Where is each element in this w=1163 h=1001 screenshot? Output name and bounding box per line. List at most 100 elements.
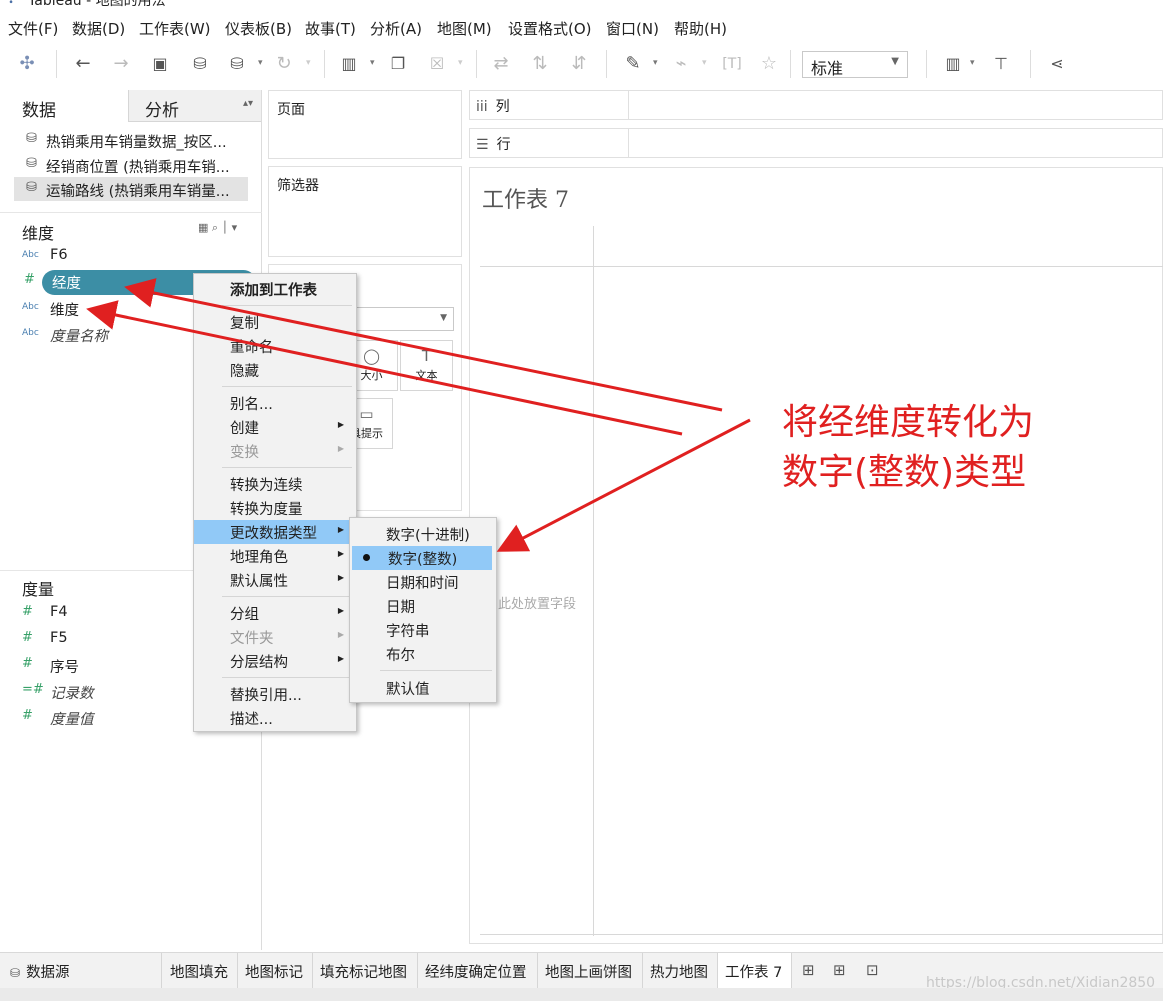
menu-item-hide[interactable]: 隐藏 <box>194 358 356 382</box>
menu-item-hierarchy[interactable]: 分层结构 ▶ <box>194 649 356 673</box>
menu-item-describe[interactable]: 描述... <box>194 706 356 730</box>
tab-sheet[interactable]: 热力地图 <box>643 953 718 989</box>
tab-sheet[interactable]: 地图上画饼图 <box>538 953 643 989</box>
pin-icon[interactable]: ☆ <box>758 53 780 75</box>
window-title: Tableau - 地图的用法 <box>28 0 166 9</box>
dimension-tools[interactable]: ▦ ⌕ │ ▾ <box>198 221 237 235</box>
menu-item-change-data-type[interactable]: 更改数据类型 ▶ <box>194 520 356 544</box>
submenu-item-string[interactable]: 字符串 <box>350 618 496 642</box>
submenu-item-decimal[interactable]: 数字(十进制) <box>350 522 496 546</box>
filters-shelf[interactable]: 筛选器 <box>268 166 462 257</box>
toolbar-separator <box>324 50 325 78</box>
menu-item-add-to-sheet[interactable]: 添加到工作表 <box>194 277 356 301</box>
refresh-icon[interactable]: ↻ <box>273 53 295 75</box>
pause-update-icon[interactable]: ⛁ <box>226 53 248 75</box>
menu-item-geographic-role[interactable]: 地理角色 ▶ <box>194 544 356 568</box>
tab-data[interactable]: 数据 <box>0 90 128 122</box>
duplicate-sheet-icon[interactable]: ❐ <box>387 53 409 75</box>
menu-window[interactable]: 窗口(N) <box>606 18 659 39</box>
new-worksheet-icon[interactable]: ⊞ <box>802 961 815 979</box>
rows-shelf[interactable]: ☰ 行 <box>469 128 1163 158</box>
menu-item-replace-references[interactable]: 替换引用... <box>194 682 356 706</box>
context-menu: 添加到工作表 复制 重命名 隐藏 别名... 创建 ▶ 变换 ▶ 转换为连续 转换为… <box>193 273 357 732</box>
tab-sheet[interactable]: 经纬度确定位置 <box>418 953 538 989</box>
columns-shelf[interactable]: iii 列 <box>469 90 1163 120</box>
menu-data[interactable]: 数据(D) <box>72 18 125 39</box>
undo-icon[interactable]: ← <box>72 53 94 75</box>
datasource-item[interactable]: ⛁ 热销乘用车销量数据_按区... <box>14 128 248 152</box>
annotation-line-1: 将经维度转化为 <box>782 402 1035 443</box>
submenu-item-integer[interactable]: 数字(整数) <box>352 546 492 570</box>
new-story-icon[interactable]: ⊡ <box>866 961 879 979</box>
worksheet-title[interactable]: 工作表 7 <box>482 182 569 214</box>
chevron-down-icon[interactable]: ▾ <box>702 58 707 68</box>
mark-type-select[interactable]: ▼ <box>347 307 454 331</box>
divider <box>628 91 629 119</box>
new-dashboard-icon[interactable]: ⊞ <box>833 961 846 979</box>
tab-sheet[interactable]: 地图标记 <box>238 953 313 989</box>
show-me-icon[interactable]: ▥ <box>942 53 964 75</box>
menu-item-create[interactable]: 创建 ▶ <box>194 415 356 439</box>
tab-sheet[interactable]: 填充标记地图 <box>313 953 418 989</box>
clear-sheet-icon[interactable]: ☒ <box>426 53 448 75</box>
group-members-icon[interactable]: ⌁ <box>670 53 692 75</box>
chevron-down-icon[interactable]: ▾ <box>306 58 311 68</box>
chevron-down-icon[interactable]: ▾ <box>370 58 375 68</box>
menu-item-rename[interactable]: 重命名 <box>194 334 356 358</box>
menu-item-convert-continuous[interactable]: 转换为连续 <box>194 472 356 496</box>
chevron-down-icon[interactable]: ▾ <box>653 58 658 68</box>
toolbar-separator <box>606 50 607 78</box>
menu-item-aliases[interactable]: 别名... <box>194 391 356 415</box>
toolbar-separator <box>476 50 477 78</box>
submenu-item-date[interactable]: 日期 <box>350 594 496 618</box>
swap-icon[interactable]: ⇄ <box>490 53 512 75</box>
menu-item-convert-measure[interactable]: 转换为度量 <box>194 496 356 520</box>
tab-sheet-active[interactable]: 工作表 7 <box>718 953 792 989</box>
datasource-item[interactable]: ⛁ 运输路线 (热销乘用车销量... <box>14 177 248 201</box>
submenu-arrow-icon: ▶ <box>337 573 344 582</box>
tab-data-source[interactable]: ⛁ 数据源 <box>0 953 162 989</box>
chevron-down-icon[interactable]: ▾ <box>258 58 263 68</box>
show-labels-icon[interactable]: [T] <box>721 53 743 75</box>
selected-dot-icon <box>363 554 370 561</box>
menu-item-transform[interactable]: 变换 ▶ <box>194 439 356 463</box>
sort-descending-icon[interactable]: ⇵ <box>568 53 590 75</box>
fit-select[interactable]: 标准 ▼ <box>802 51 908 78</box>
menu-story[interactable]: 故事(T) <box>305 18 356 39</box>
pages-shelf[interactable]: 页面 <box>268 90 462 159</box>
chevron-down-icon[interactable]: ▾ <box>458 58 463 68</box>
menu-item-default-properties[interactable]: 默认属性 ▶ <box>194 568 356 592</box>
menu-file[interactable]: 文件(F) <box>8 18 58 39</box>
rows-icon: ☰ <box>476 137 489 153</box>
worksheet-canvas[interactable]: 工作表 7 此处放置字段 <box>469 167 1163 944</box>
save-icon[interactable]: ▣ <box>149 53 171 75</box>
sort-ascending-icon[interactable]: ⇅ <box>529 53 551 75</box>
menu-analysis[interactable]: 分析(A) <box>370 18 422 39</box>
menu-item-copy[interactable]: 复制 <box>194 310 356 334</box>
share-icon[interactable]: ⋖ <box>1046 53 1068 75</box>
redo-icon[interactable]: → <box>110 53 132 75</box>
menu-item-group[interactable]: 分组 ▶ <box>194 601 356 625</box>
submenu-item-default[interactable]: 默认值 <box>350 676 496 700</box>
menu-map[interactable]: 地图(M) <box>437 18 492 39</box>
menu-dashboard[interactable]: 仪表板(B) <box>225 18 292 39</box>
chevron-down-icon[interactable]: ▾ <box>970 58 975 68</box>
menu-help[interactable]: 帮助(H) <box>674 18 727 39</box>
tableau-start-icon[interactable]: ✣ <box>16 53 38 75</box>
menu-format[interactable]: 设置格式(O) <box>508 18 592 39</box>
submenu-item-datetime[interactable]: 日期和时间 <box>350 570 496 594</box>
tab-analysis[interactable]: 分析 ▴▾ <box>128 90 261 122</box>
new-datasource-icon[interactable]: ⛁ <box>189 53 211 75</box>
datasource-item[interactable]: ⛁ 经销商位置 (热销乘用车销... <box>14 153 248 177</box>
menu-item-folder[interactable]: 文件夹 ▶ <box>194 625 356 649</box>
new-worksheet-icon[interactable]: ▥ <box>338 53 360 75</box>
field-type-icon: Abc <box>22 302 39 312</box>
highlight-icon[interactable]: ✎ <box>622 53 644 75</box>
submenu-item-boolean[interactable]: 布尔 <box>350 642 496 666</box>
chevron-updown-icon[interactable]: ▴▾ <box>243 98 253 109</box>
field-type-icon: # <box>22 656 33 671</box>
presentation-icon[interactable]: ⊤ <box>990 53 1012 75</box>
menu-worksheet[interactable]: 工作表(W) <box>139 18 211 39</box>
text-mark-button[interactable]: T 文本 <box>400 340 453 391</box>
tab-sheet[interactable]: 地图填充 <box>162 953 238 989</box>
